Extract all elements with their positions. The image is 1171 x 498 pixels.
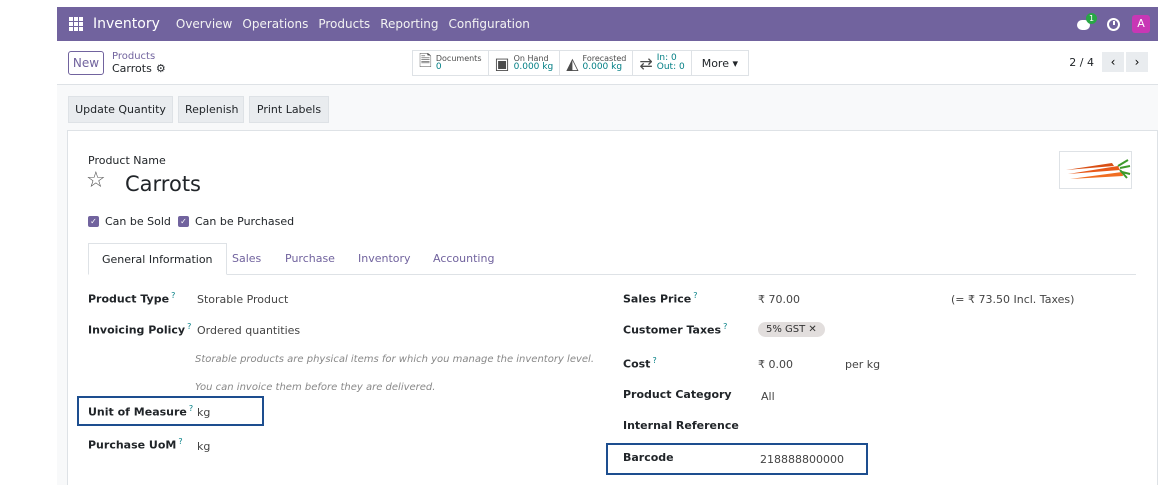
purchase-uom-field[interactable]: kg bbox=[197, 440, 210, 453]
help-icon[interactable]: ? bbox=[171, 291, 175, 300]
nav-configuration[interactable]: Configuration bbox=[449, 17, 530, 31]
cost-unit-text: per kg bbox=[845, 358, 881, 371]
incl-taxes-text: (= ₹ 73.50 Incl. Taxes) bbox=[951, 293, 1075, 306]
breadcrumb: Products Carrots ⚙ bbox=[112, 51, 166, 76]
product-category-field[interactable]: All bbox=[761, 390, 775, 403]
product-name-label: Product Name bbox=[88, 154, 166, 167]
carrot-image bbox=[1066, 159, 1131, 179]
in-out-smart-button[interactable]: ⇄ In: 0 Out: 0 bbox=[633, 51, 692, 75]
customer-taxes-label: Customer Taxes? bbox=[623, 322, 728, 337]
can-be-sold-checkbox[interactable]: ✓ Can be Sold bbox=[88, 215, 171, 228]
barcode-field[interactable]: 218888800000 bbox=[760, 453, 844, 466]
pager: 2 / 4 ‹ › bbox=[1069, 52, 1148, 72]
checkbox-checked-icon: ✓ bbox=[178, 216, 189, 227]
tax-tag-5-gst[interactable]: 5% GST ✕ bbox=[758, 322, 825, 337]
exchange-icon: ⇄ bbox=[639, 53, 653, 73]
pager-next-button[interactable]: › bbox=[1126, 52, 1148, 72]
control-panel: New Products Carrots ⚙ 🗎 Documents 0 ▣ On… bbox=[57, 41, 1158, 85]
onhand-smart-button[interactable]: ▣ On Hand 0.000 kg bbox=[489, 51, 561, 75]
product-category-label: Product Category bbox=[623, 388, 732, 401]
sales-price-field[interactable]: ₹ 70.00 bbox=[758, 293, 800, 306]
help-icon[interactable]: ? bbox=[187, 322, 191, 331]
documents-smart-button[interactable]: 🗎 Documents 0 bbox=[413, 51, 489, 75]
product-name-field[interactable]: Carrots bbox=[125, 172, 201, 196]
invoicing-policy-select[interactable]: Ordered quantities bbox=[197, 324, 300, 337]
chat-icon[interactable]: 1 bbox=[1077, 13, 1098, 31]
unit-of-measure-field[interactable]: kg bbox=[197, 406, 210, 419]
update-quantity-button[interactable]: Update Quantity bbox=[68, 96, 173, 123]
help-icon[interactable]: ? bbox=[652, 356, 656, 365]
invoicing-policy-label: Invoicing Policy? bbox=[88, 322, 192, 337]
breadcrumb-products[interactable]: Products bbox=[112, 51, 166, 62]
barcode-label: Barcode bbox=[623, 451, 674, 464]
internal-reference-label: Internal Reference bbox=[623, 419, 739, 432]
can-be-purchased-checkbox[interactable]: ✓ Can be Purchased bbox=[178, 215, 294, 228]
help-icon[interactable]: ? bbox=[723, 322, 727, 331]
cubes-icon: ▣ bbox=[494, 53, 510, 73]
help-icon[interactable]: ? bbox=[178, 437, 182, 446]
nav-overview[interactable]: Overview bbox=[176, 17, 233, 31]
nav-operations[interactable]: Operations bbox=[242, 17, 308, 31]
cost-field[interactable]: ₹ 0.00 bbox=[758, 358, 793, 371]
cost-label: Cost? bbox=[623, 356, 657, 371]
help-icon[interactable]: ? bbox=[189, 404, 193, 413]
chat-badge: 1 bbox=[1086, 13, 1098, 24]
tab-sales[interactable]: Sales bbox=[219, 243, 274, 275]
help-icon[interactable]: ? bbox=[693, 291, 697, 300]
action-buttons-row: Update Quantity Replenish Print Labels bbox=[57, 85, 1158, 130]
forecasted-smart-button[interactable]: ◭ Forecasted 0.000 kg bbox=[560, 51, 634, 75]
pager-counter[interactable]: 2 / 4 bbox=[1069, 56, 1094, 69]
unit-of-measure-label: Unit of Measure? bbox=[88, 404, 194, 419]
replenish-button[interactable]: Replenish bbox=[178, 96, 244, 123]
tab-inventory[interactable]: Inventory bbox=[345, 243, 424, 275]
pager-prev-button[interactable]: ‹ bbox=[1102, 52, 1124, 72]
form-sheet bbox=[67, 130, 1158, 485]
more-dropdown[interactable]: More ▾ bbox=[692, 51, 748, 75]
product-type-label: Product Type? bbox=[88, 291, 176, 306]
breadcrumb-current: Carrots bbox=[112, 62, 152, 75]
purchase-uom-label: Purchase UoM? bbox=[88, 437, 183, 452]
invoice-note: You can invoice them before they are del… bbox=[195, 382, 436, 393]
avatar[interactable]: A bbox=[1132, 15, 1150, 33]
document-icon: 🗎 bbox=[419, 50, 432, 70]
gear-icon[interactable]: ⚙ bbox=[156, 62, 166, 76]
storable-note: Storable products are physical items for… bbox=[195, 354, 595, 365]
clock-icon[interactable] bbox=[1107, 17, 1120, 31]
notebook-tabs: General Information Sales Purchase Inven… bbox=[88, 243, 1136, 275]
top-navbar: Inventory Overview Operations Products R… bbox=[57, 7, 1158, 41]
star-icon[interactable]: ☆ bbox=[86, 168, 106, 193]
product-type-select[interactable]: Storable Product bbox=[197, 293, 288, 306]
nav-reporting[interactable]: Reporting bbox=[380, 17, 438, 31]
internal-reference-field[interactable] bbox=[758, 421, 958, 435]
new-button[interactable]: New bbox=[68, 51, 104, 75]
app-name[interactable]: Inventory bbox=[93, 16, 160, 32]
checkbox-checked-icon: ✓ bbox=[88, 216, 99, 227]
sales-price-label: Sales Price? bbox=[623, 291, 698, 306]
print-labels-button[interactable]: Print Labels bbox=[249, 96, 329, 123]
tab-accounting[interactable]: Accounting bbox=[420, 243, 507, 275]
can-be-purchased-label: Can be Purchased bbox=[195, 215, 295, 228]
apps-menu-icon[interactable] bbox=[69, 17, 83, 31]
smart-buttons: 🗎 Documents 0 ▣ On Hand 0.000 kg ◭ Forecas… bbox=[412, 50, 749, 76]
tab-general-information[interactable]: General Information bbox=[88, 243, 227, 275]
tab-purchase[interactable]: Purchase bbox=[272, 243, 348, 275]
nav-products[interactable]: Products bbox=[318, 17, 370, 31]
product-image[interactable] bbox=[1059, 151, 1132, 189]
can-be-sold-label: Can be Sold bbox=[105, 215, 171, 228]
area-chart-icon: ◭ bbox=[566, 53, 579, 73]
